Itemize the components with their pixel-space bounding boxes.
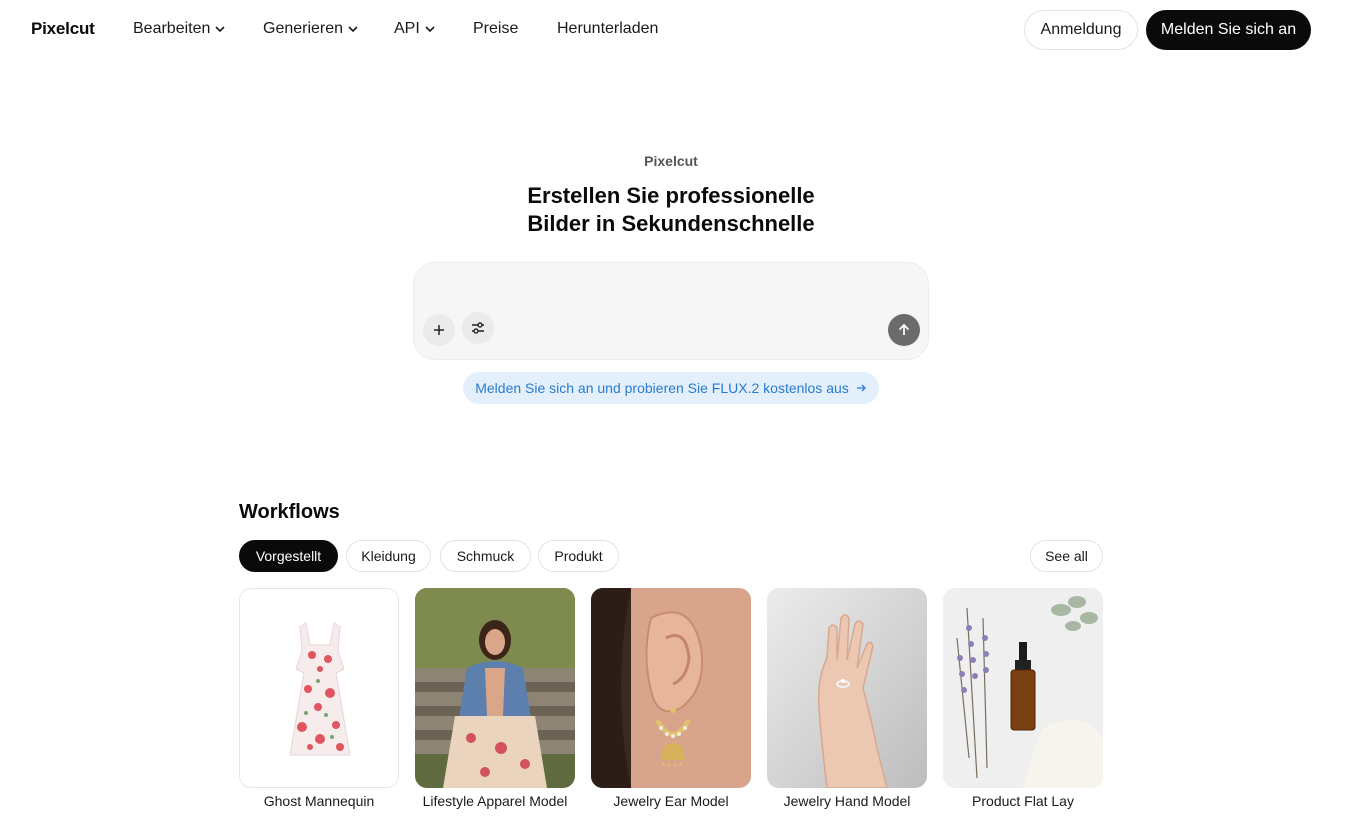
page-title: Erstellen Sie professionelle Bilder in S… [0, 182, 1342, 238]
workflow-card-jewelry-ear-model[interactable] [591, 588, 751, 788]
workflow-card-product-flat-lay[interactable] [943, 588, 1103, 788]
send-button[interactable] [888, 314, 920, 346]
nav-item-label: Preise [473, 20, 519, 37]
prompt-input[interactable] [432, 277, 912, 301]
hand-ring-image [767, 588, 927, 788]
workflow-card-label: Product Flat Lay [972, 793, 1074, 809]
nav-item-preise[interactable]: Preise [473, 20, 518, 38]
nav-item-generieren[interactable]: Generieren [263, 20, 359, 38]
workflow-card-label: Ghost Mannequin [263, 793, 375, 809]
arrow-up-icon [898, 323, 910, 335]
promo-banner[interactable]: Melden Sie sich an und probieren Sie FLU… [463, 372, 879, 404]
workflows-heading: Workflows [239, 501, 340, 523]
nav-item-label: Generieren [263, 20, 344, 37]
chevron-down-icon [348, 26, 358, 33]
nav-item-api[interactable]: API [394, 20, 436, 38]
arrow-right-icon [856, 384, 866, 392]
dress-image [240, 589, 398, 787]
promo-text: Melden Sie sich an und probieren Sie FLU… [475, 380, 849, 396]
filter-schmuck[interactable]: Schmuck [440, 540, 531, 572]
product-flat-lay-image [943, 588, 1103, 788]
nav-item-label: API [394, 20, 420, 37]
login-button[interactable]: Anmeldung [1024, 10, 1138, 50]
signup-button[interactable]: Melden Sie sich an [1146, 10, 1311, 50]
nav-item-label: Herunterladen [557, 20, 659, 37]
add-attachment-button[interactable] [423, 314, 455, 346]
plus-icon [434, 325, 444, 335]
hero-brand: Pixelcut [644, 153, 698, 169]
see-all-button[interactable]: See all [1030, 540, 1103, 572]
filter-kleidung[interactable]: Kleidung [346, 540, 431, 572]
lifestyle-model-image [415, 588, 575, 788]
workflow-card-label: Jewelry Hand Model [783, 793, 911, 809]
workflow-card-lifestyle-apparel-model[interactable] [415, 588, 575, 788]
workflow-card-label: Lifestyle Apparel Model [422, 793, 568, 809]
workflow-card-jewelry-hand-model[interactable] [767, 588, 927, 788]
filter-vorgestellt[interactable]: Vorgestellt [239, 540, 338, 572]
logo[interactable]: Pixelcut [31, 19, 95, 39]
chevron-down-icon [215, 26, 225, 33]
chevron-down-icon [425, 26, 435, 33]
settings-button[interactable] [462, 312, 494, 344]
nav-item-herunterladen[interactable]: Herunterladen [557, 20, 658, 38]
prompt-box [413, 262, 929, 360]
sliders-icon [472, 322, 484, 334]
top-navigation: Pixelcut Bearbeiten Generieren API Preis… [0, 0, 1360, 60]
nav-item-bearbeiten[interactable]: Bearbeiten [133, 20, 226, 38]
nav-item-label: Bearbeiten [133, 20, 211, 37]
page-title-line-1: Erstellen Sie professionelle [527, 183, 815, 208]
workflow-card-label: Jewelry Ear Model [613, 793, 729, 809]
ear-earring-image [591, 588, 751, 788]
page-title-line-2: Bilder in Sekundenschnelle [527, 211, 815, 236]
filter-produkt[interactable]: Produkt [538, 540, 619, 572]
workflow-card-ghost-mannequin[interactable] [239, 588, 399, 788]
